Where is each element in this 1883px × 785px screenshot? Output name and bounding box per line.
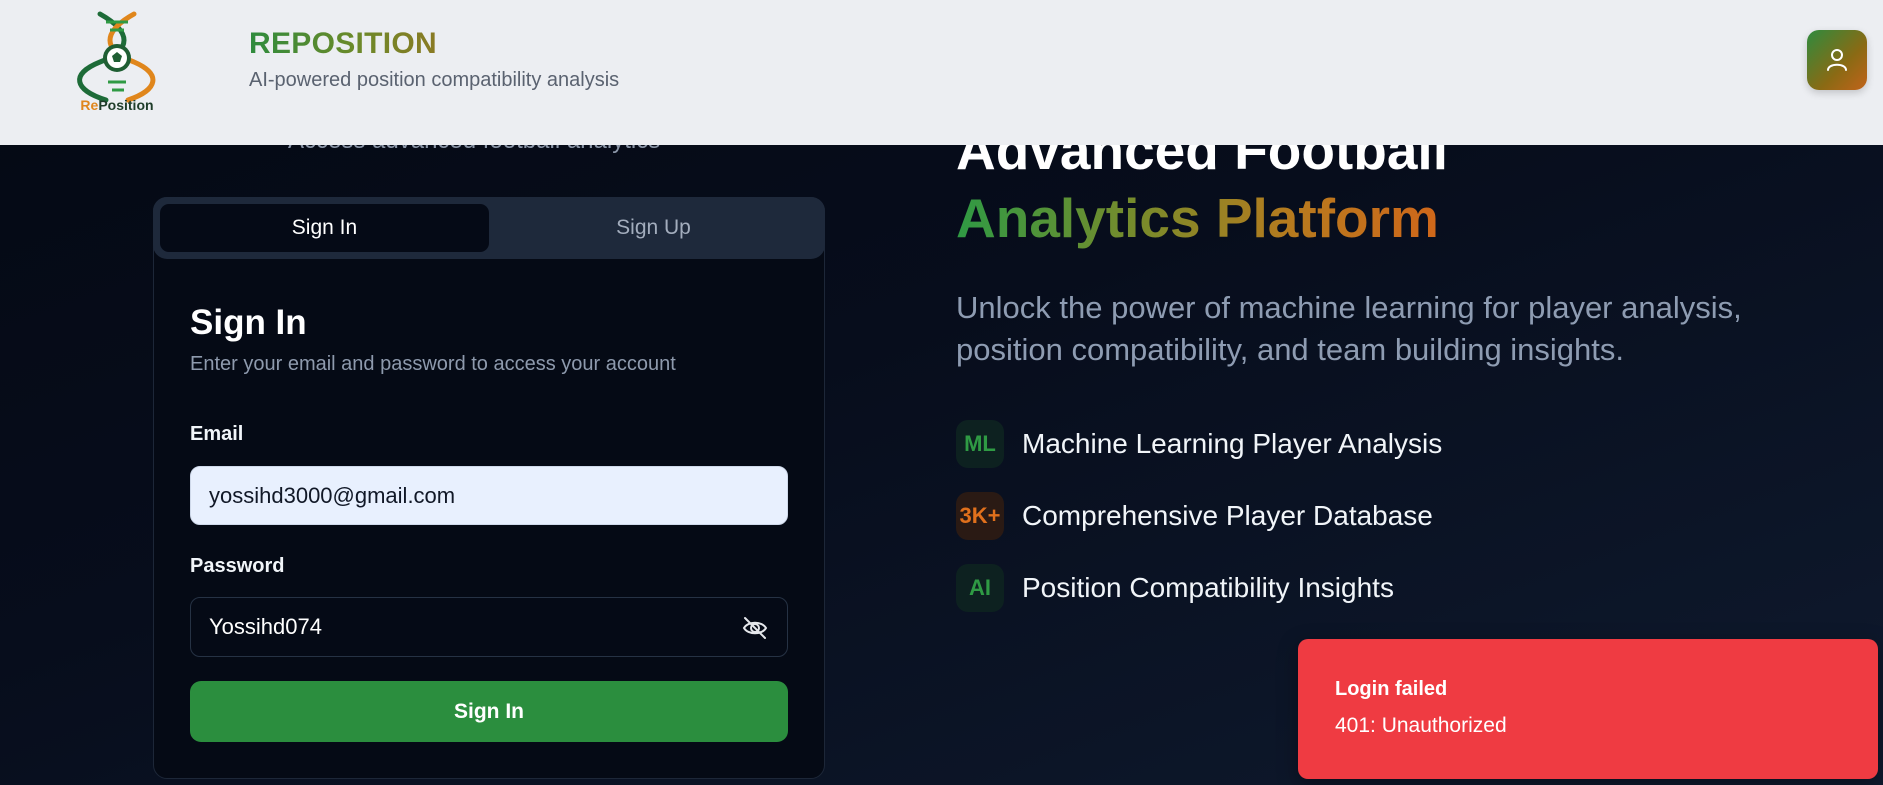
feature-badge-3k: 3K+	[956, 492, 1004, 540]
password-field[interactable]	[191, 598, 731, 656]
feature-item-database: 3K+ Comprehensive Player Database	[956, 491, 1433, 541]
tab-sign-in[interactable]: Sign In	[160, 204, 489, 252]
signin-description: Enter your email and password to access …	[190, 353, 676, 375]
feature-badge-ml: ML	[956, 420, 1004, 468]
profile-button[interactable]	[1807, 30, 1867, 90]
feature-item-ml: ML Machine Learning Player Analysis	[956, 419, 1442, 469]
dna-football-logo-icon: RePosition	[77, 11, 156, 113]
page: RePosition REPOSITION AI-powered positio…	[0, 0, 1883, 785]
sign-in-button[interactable]: Sign In	[190, 681, 788, 742]
user-icon	[1827, 49, 1847, 71]
app-header: RePosition REPOSITION AI-powered positio…	[0, 0, 1883, 145]
hero-title-line2: Analytics Platform	[956, 187, 1439, 249]
password-field-wrapper	[190, 597, 788, 657]
reposition-logo[interactable]: RePosition	[62, 10, 172, 114]
auth-tabs: Sign In Sign Up	[153, 197, 825, 259]
svg-text:RePosition: RePosition	[80, 97, 153, 113]
hero-description: Unlock the power of machine learning for…	[956, 290, 1742, 367]
feature-label: Position Compatibility Insights	[1022, 572, 1394, 603]
feature-item-ai: AI Position Compatibility Insights	[956, 563, 1394, 613]
toggle-password-visibility-button[interactable]	[741, 614, 769, 642]
toast-title: Login failed	[1335, 678, 1448, 700]
email-field[interactable]	[190, 466, 788, 525]
app-subtitle: AI-powered position compatibility analys…	[249, 69, 620, 91]
feature-label: Comprehensive Player Database	[1022, 500, 1433, 531]
eye-off-icon	[742, 617, 768, 639]
tab-sign-up[interactable]: Sign Up	[489, 204, 818, 252]
app-title: REPOSITION	[249, 27, 438, 60]
feature-label: Machine Learning Player Analysis	[1022, 428, 1443, 459]
error-toast[interactable]: Login failed 401: Unauthorized	[1298, 639, 1878, 779]
signin-heading: Sign In	[190, 303, 307, 342]
feature-badge-ai: AI	[956, 564, 1004, 612]
password-label: Password	[190, 555, 285, 577]
email-label: Email	[190, 423, 244, 445]
toast-message: 401: Unauthorized	[1335, 714, 1507, 737]
